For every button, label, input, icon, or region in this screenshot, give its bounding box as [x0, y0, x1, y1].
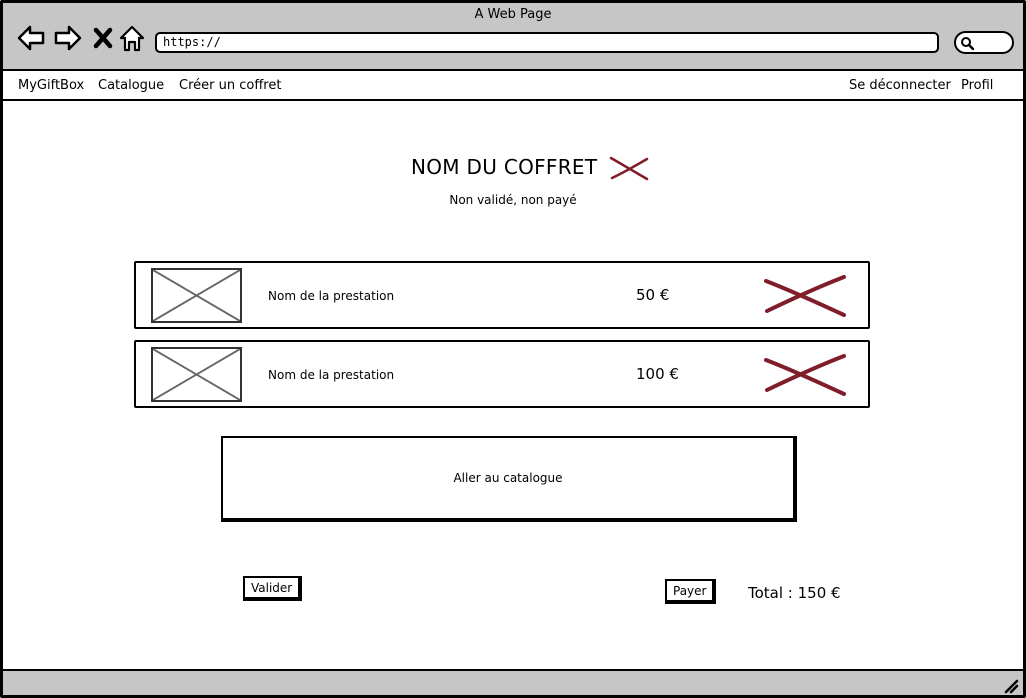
- menu-item-mygiftbox[interactable]: MyGiftBox: [18, 78, 84, 93]
- total-price: Total : 150 €: [748, 584, 841, 602]
- delete-item-icon[interactable]: [764, 352, 848, 398]
- title-bar: A Web Page https://: [3, 3, 1023, 71]
- item-name: Nom de la prestation: [268, 289, 395, 303]
- arrow-left-icon: [17, 25, 45, 51]
- delete-box-icon[interactable]: [609, 156, 649, 182]
- forward-button[interactable]: [53, 23, 83, 53]
- box-title: NOM DU COFFRET: [411, 155, 598, 179]
- item-price: 100 €: [636, 365, 679, 383]
- box-status: Non validé, non payé: [449, 193, 577, 207]
- item-price: 50 €: [636, 286, 670, 304]
- close-icon: [93, 27, 113, 49]
- home-icon: [119, 25, 145, 52]
- image-placeholder: [151, 347, 242, 402]
- search-icon: [961, 37, 974, 50]
- resize-grip-icon[interactable]: [1003, 678, 1019, 694]
- list-item: Nom de la prestation 100 €: [134, 340, 870, 408]
- item-name: Nom de la prestation: [268, 368, 395, 382]
- image-icon: [152, 269, 241, 322]
- menu-item-create-box[interactable]: Créer un coffret: [179, 78, 281, 93]
- pay-button[interactable]: Payer: [665, 579, 717, 604]
- go-to-catalog-button[interactable]: Aller au catalogue: [221, 436, 797, 522]
- image-icon: [152, 348, 241, 401]
- menu-item-profile[interactable]: Profil: [961, 78, 993, 93]
- validate-button[interactable]: Valider: [243, 576, 303, 601]
- back-button[interactable]: [16, 23, 46, 53]
- address-bar[interactable]: https://: [155, 32, 939, 53]
- menu-item-logout[interactable]: Se déconnecter: [849, 78, 951, 93]
- window-title: A Web Page: [474, 7, 552, 22]
- arrow-right-icon: [54, 25, 82, 51]
- browser-window: A Web Page https:// MyGiftBox Catalogue …: [0, 0, 1026, 698]
- home-button[interactable]: [117, 23, 147, 53]
- delete-item-icon[interactable]: [764, 273, 848, 319]
- menu-bar: MyGiftBox Catalogue Créer un coffret Se …: [3, 71, 1023, 101]
- menu-item-catalogue[interactable]: Catalogue: [98, 78, 164, 93]
- list-item: Nom de la prestation 50 €: [134, 261, 870, 329]
- stop-button[interactable]: [88, 23, 118, 53]
- status-bar: [3, 669, 1023, 695]
- image-placeholder: [151, 268, 242, 323]
- search-field[interactable]: [954, 31, 1014, 54]
